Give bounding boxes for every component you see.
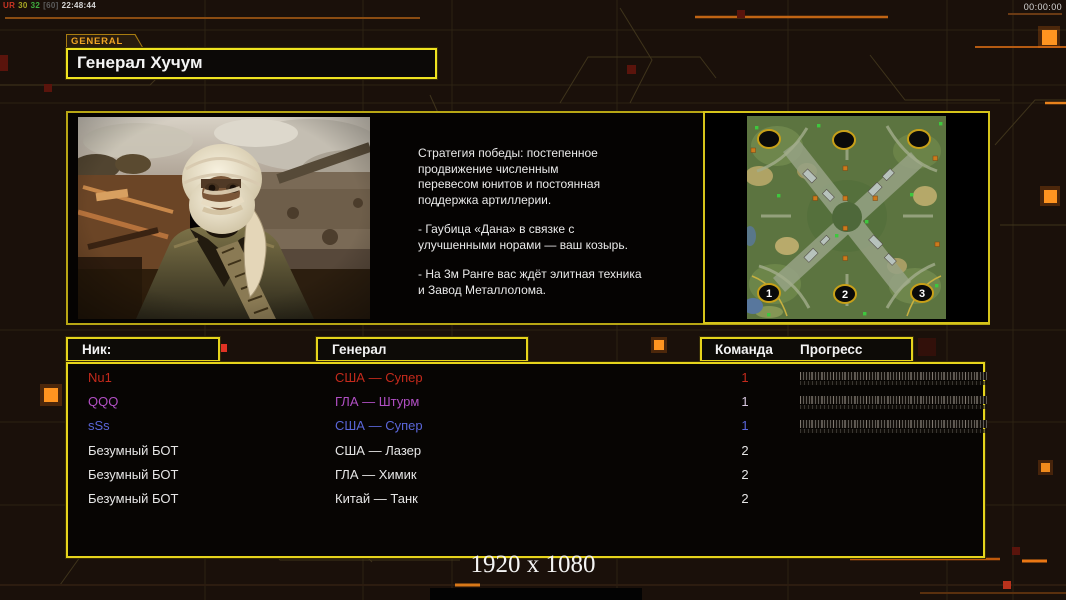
player-general: США — Супер xyxy=(335,418,423,434)
player-nick: sSs xyxy=(88,418,110,434)
progress-bar xyxy=(800,372,987,385)
header-nick-label: Ник: xyxy=(82,342,112,357)
general-name-box: Генерал Хучум xyxy=(66,48,437,79)
player-team: 2 xyxy=(741,466,749,482)
player-general: ГЛА — Штурм xyxy=(335,394,420,410)
map-preview: 1 2 3 xyxy=(747,116,946,319)
general-portrait xyxy=(78,117,370,319)
debug-value-3: [60] xyxy=(43,1,59,10)
table-row: sSs США — Супер 1 xyxy=(68,414,987,438)
progress-bar-ticks xyxy=(800,420,987,429)
header-progress-label: Прогресс xyxy=(800,342,863,357)
player-nick: QQQ xyxy=(88,394,119,410)
progress-bar-subticks xyxy=(800,381,987,385)
debug-value-1: 30 xyxy=(18,1,28,10)
player-team: 1 xyxy=(741,394,749,410)
player-team: 1 xyxy=(741,418,749,434)
progress-bar-ticks xyxy=(800,396,987,405)
table-row: Безумный БОТ США — Лазер 2 xyxy=(68,439,983,463)
debug-clock: 22:48:44 xyxy=(61,1,97,10)
header-general-label: Генерал xyxy=(332,342,387,357)
debug-value-2: 32 xyxy=(30,1,41,10)
player-general: ГЛА — Химик xyxy=(335,466,417,482)
header-general: Генерал xyxy=(316,337,528,362)
spawn-label-1: 1 xyxy=(766,288,772,300)
player-nick: Безумный БОТ xyxy=(88,490,179,506)
player-team: 1 xyxy=(741,370,749,385)
general-tab: GENERAL xyxy=(66,34,144,49)
strategy-paragraph: - На 3м Ранге вас ждёт элитная техника и… xyxy=(418,267,642,297)
player-nick: Nu1 xyxy=(88,370,112,385)
spawn-label-3: 3 xyxy=(919,288,925,300)
table-row: Безумный БОТ Китай — Танк 2 xyxy=(68,487,983,511)
loading-screen: UR 30 32 [60] 22:48:44 00:00:00 GENERAL Гене… xyxy=(0,0,1066,600)
resolution-label: 1920 x 1080 xyxy=(470,551,596,578)
header-team-label: Команда xyxy=(715,342,773,357)
strategy-text: Стратегия победы: постепенное продвижени… xyxy=(418,146,698,312)
player-nick: Безумный БОТ xyxy=(88,466,179,482)
match-timer: 00:00:00 xyxy=(1023,2,1062,12)
map-preview-box: 1 2 3 xyxy=(703,111,990,324)
progress-bar xyxy=(800,396,987,410)
debug-stats: UR 30 32 [60] 22:48:44 xyxy=(3,1,99,10)
progress-bar xyxy=(800,420,987,434)
progress-bar-subticks xyxy=(800,405,987,410)
player-general: США — Супер xyxy=(335,370,423,385)
player-team: 2 xyxy=(741,490,749,506)
table-row: Безумный БОТ ГЛА — Химик 2 xyxy=(68,463,983,487)
table-row: QQQ ГЛА — Штурм 1 xyxy=(68,390,987,414)
table-row: Nu1 США — Супер 1 xyxy=(68,366,987,390)
strategy-paragraph: Стратегия победы: постепенное продвижени… xyxy=(418,146,601,207)
progress-bar-subticks xyxy=(800,429,987,434)
player-team: 2 xyxy=(741,442,749,458)
player-general: США — Лазер xyxy=(335,442,422,458)
player-nick: Безумный БОТ xyxy=(88,442,179,458)
strategy-paragraph: - Гаубица «Дана» в связке с улучшенными … xyxy=(418,222,628,252)
progress-bar-ticks xyxy=(800,372,987,380)
player-general: Китай — Танк xyxy=(335,490,418,506)
header-nick: Ник: xyxy=(66,337,220,362)
general-tab-label: GENERAL xyxy=(67,35,143,49)
header-team-progress: Команда Прогресс xyxy=(700,337,913,362)
general-name: Генерал Хучум xyxy=(77,53,203,72)
players-table: Nu1 США — Супер 1 QQQ ГЛА — Штурм 1 sSs США — С… xyxy=(66,362,987,558)
general-info-panel: Стратегия победы: постепенное продвижени… xyxy=(66,111,990,325)
debug-label: UR xyxy=(3,1,16,10)
spawn-label-2: 2 xyxy=(842,289,848,301)
